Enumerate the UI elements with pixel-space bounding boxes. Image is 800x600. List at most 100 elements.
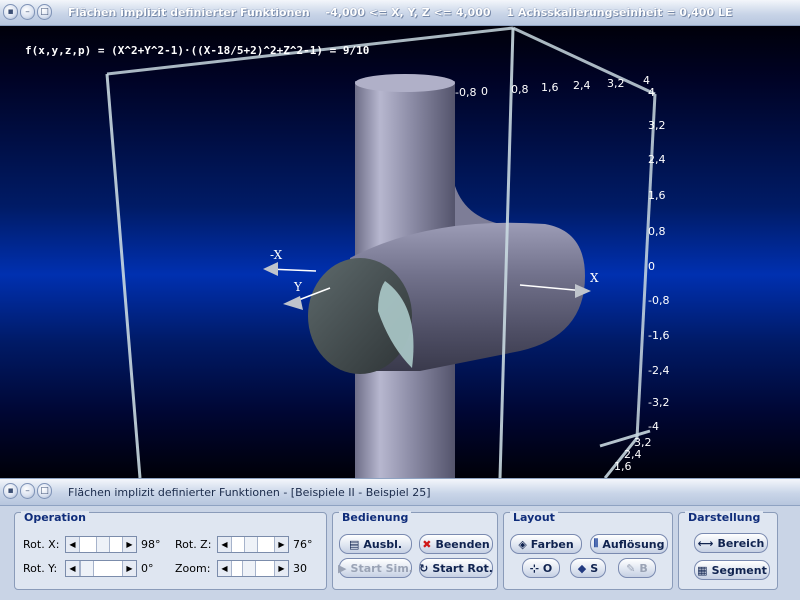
zoom-left-arrow-icon[interactable]: ◀ xyxy=(218,561,232,576)
tick-label: 2,4 xyxy=(573,79,591,92)
beenden-button[interactable]: ✖ Beenden xyxy=(419,534,493,554)
axis-label-y: Y xyxy=(294,280,302,294)
maximize-icon[interactable]: □ xyxy=(37,4,52,20)
aufloesung-button[interactable]: ⦀ Auflösung xyxy=(590,534,668,554)
window-title: Flächen implizit definierter Funktionen … xyxy=(68,6,744,19)
rot-y-label: Rot. Y: xyxy=(23,562,58,575)
rot-y-right-arrow-icon[interactable]: ▶ xyxy=(122,561,136,576)
zoom-right-arrow-icon[interactable]: ▶ xyxy=(274,561,288,576)
control-panel: Operation Rot. X: ◀ ▶ 98° Rot. Y: ◀ ▶ 0°… xyxy=(0,506,800,600)
tick-label: -4 xyxy=(648,420,659,433)
panel-window-buttons: ▪ – □ xyxy=(3,483,52,499)
bereich-label: Bereich xyxy=(717,536,765,550)
panel-title-bar: ▪ – □ Flächen implizit definierter Funkt… xyxy=(0,478,800,506)
farben-button[interactable]: ◈ Farben xyxy=(510,534,582,554)
formula-label: f(x,y,z,p) = (X^2+Y^2-1)·((X-18/5+2)^2+Z… xyxy=(25,44,370,57)
window-title-name: Flächen implizit definierter Funktionen xyxy=(68,6,310,19)
window-menu-icon[interactable]: ▪ xyxy=(3,4,18,20)
bereich-button[interactable]: ⟷ Bereich xyxy=(694,533,768,553)
panel-maximize-icon[interactable]: □ xyxy=(37,483,52,499)
surface-icon: ◆ xyxy=(577,561,587,575)
axis-label-neg-x: -X xyxy=(270,248,283,262)
start-rot-button[interactable]: ↻ Start Rot. xyxy=(419,558,493,578)
farben-label: Farben xyxy=(530,537,574,551)
axis-label-x: X xyxy=(590,271,599,285)
tick-label: 0 xyxy=(481,85,488,98)
layout-group: Layout ◈ Farben ⦀ Auflösung ⊹ O ◆ S ✎ B xyxy=(503,511,673,590)
operation-group: Operation Rot. X: ◀ ▶ 98° Rot. Y: ◀ ▶ 0°… xyxy=(14,511,327,590)
bedienung-group: Bedienung ▤ Ausbl. ✖ Beenden ▶ Start Sim… xyxy=(332,511,498,590)
ausbl-button[interactable]: ▤ Ausbl. xyxy=(339,534,412,554)
tick-label: -0,8 xyxy=(648,294,670,307)
rot-x-value: 98° xyxy=(141,538,161,551)
start-sim-label: Start Sim. xyxy=(350,561,413,575)
tick-label: 0,8 xyxy=(648,225,666,238)
s-button[interactable]: ◆ S xyxy=(570,558,606,578)
panel-minimize-icon[interactable]: – xyxy=(20,483,35,499)
o-label: O xyxy=(542,561,553,575)
tick-label: 0 xyxy=(648,260,655,273)
tick-label: 3,2 xyxy=(607,77,625,90)
tick-label: 0,8 xyxy=(511,83,529,96)
play-icon: ▶ xyxy=(338,561,347,575)
rot-x-slider[interactable]: ◀ ▶ xyxy=(65,536,137,553)
b-button[interactable]: ✎ B xyxy=(618,558,656,578)
segment-button[interactable]: ▦ Segment xyxy=(694,560,770,580)
aufloesung-label: Auflösung xyxy=(602,537,665,551)
beenden-label: Beenden xyxy=(435,537,490,551)
layout-title: Layout xyxy=(510,511,558,524)
table-icon: ▦ xyxy=(697,563,708,577)
zoom-label: Zoom: xyxy=(175,562,211,575)
minimize-icon[interactable]: – xyxy=(20,4,35,20)
rot-z-left-arrow-icon[interactable]: ◀ xyxy=(218,537,232,552)
tick-label: 3,2 xyxy=(648,119,666,132)
tick-label: 4 xyxy=(643,74,650,87)
rot-x-left-arrow-icon[interactable]: ◀ xyxy=(66,537,80,552)
darstellung-title: Darstellung xyxy=(685,511,764,524)
resolution-icon: ⦀ xyxy=(593,537,599,550)
panel-menu-icon[interactable]: ▪ xyxy=(3,483,18,499)
rot-z-right-arrow-icon[interactable]: ▶ xyxy=(274,537,288,552)
segment-label: Segment xyxy=(711,563,767,577)
darstellung-group: Darstellung ⟷ Bereich ▦ Segment xyxy=(678,511,778,590)
start-rot-label: Start Rot. xyxy=(432,561,493,575)
o-button[interactable]: ⊹ O xyxy=(522,558,560,578)
app-window: ▪ – □ Flächen implizit definierter Funkt… xyxy=(0,0,800,600)
rot-x-right-arrow-icon[interactable]: ▶ xyxy=(122,537,136,552)
rot-z-slider[interactable]: ◀ ▶ xyxy=(217,536,289,553)
document-icon: ▤ xyxy=(348,537,360,551)
operation-title: Operation xyxy=(21,511,89,524)
bedienung-title: Bedienung xyxy=(339,511,412,524)
tick-label: 1,6 xyxy=(648,189,666,202)
zoom-thumb[interactable] xyxy=(242,561,256,576)
paint-bucket-icon: ◈ xyxy=(518,537,527,551)
rot-y-thumb[interactable] xyxy=(80,561,94,576)
rot-z-thumb[interactable] xyxy=(244,537,258,552)
rot-z-label: Rot. Z: xyxy=(175,538,212,551)
ausbl-label: Ausbl. xyxy=(363,537,403,551)
window-title-scale: 1 Achsskalierungseinheit = 0,400 LE xyxy=(506,6,733,19)
rot-x-label: Rot. X: xyxy=(23,538,60,551)
horizontal-cylinder xyxy=(308,222,585,374)
tick-label: -3,2 xyxy=(648,396,670,409)
rot-z-value: 76° xyxy=(293,538,313,551)
range-icon: ⟷ xyxy=(697,536,714,550)
start-sim-button[interactable]: ▶ Start Sim. xyxy=(338,558,413,578)
window-buttons: ▪ – □ xyxy=(3,4,52,20)
origin-icon: ⊹ xyxy=(529,561,539,575)
rot-y-slider[interactable]: ◀ ▶ xyxy=(65,560,137,577)
tick-label: 1,6 xyxy=(614,460,632,473)
zoom-value: 30 xyxy=(293,562,307,575)
graph-viewport[interactable]: f(x,y,z,p) = (X^2+Y^2-1)·((X-18/5+2)^2+Z… xyxy=(0,26,800,478)
rot-x-thumb[interactable] xyxy=(96,537,110,552)
zoom-slider[interactable]: ◀ ▶ xyxy=(217,560,289,577)
tick-label: -0,8 xyxy=(455,86,477,99)
s-label: S xyxy=(590,561,599,575)
title-bar: ▪ – □ Flächen implizit definierter Funkt… xyxy=(0,0,800,26)
close-icon: ✖ xyxy=(422,537,432,551)
tick-label: 4 xyxy=(648,86,655,99)
brush-icon: ✎ xyxy=(626,561,636,575)
rot-y-left-arrow-icon[interactable]: ◀ xyxy=(66,561,80,576)
tick-label: 1,6 xyxy=(541,81,559,94)
rot-y-value: 0° xyxy=(141,562,154,575)
